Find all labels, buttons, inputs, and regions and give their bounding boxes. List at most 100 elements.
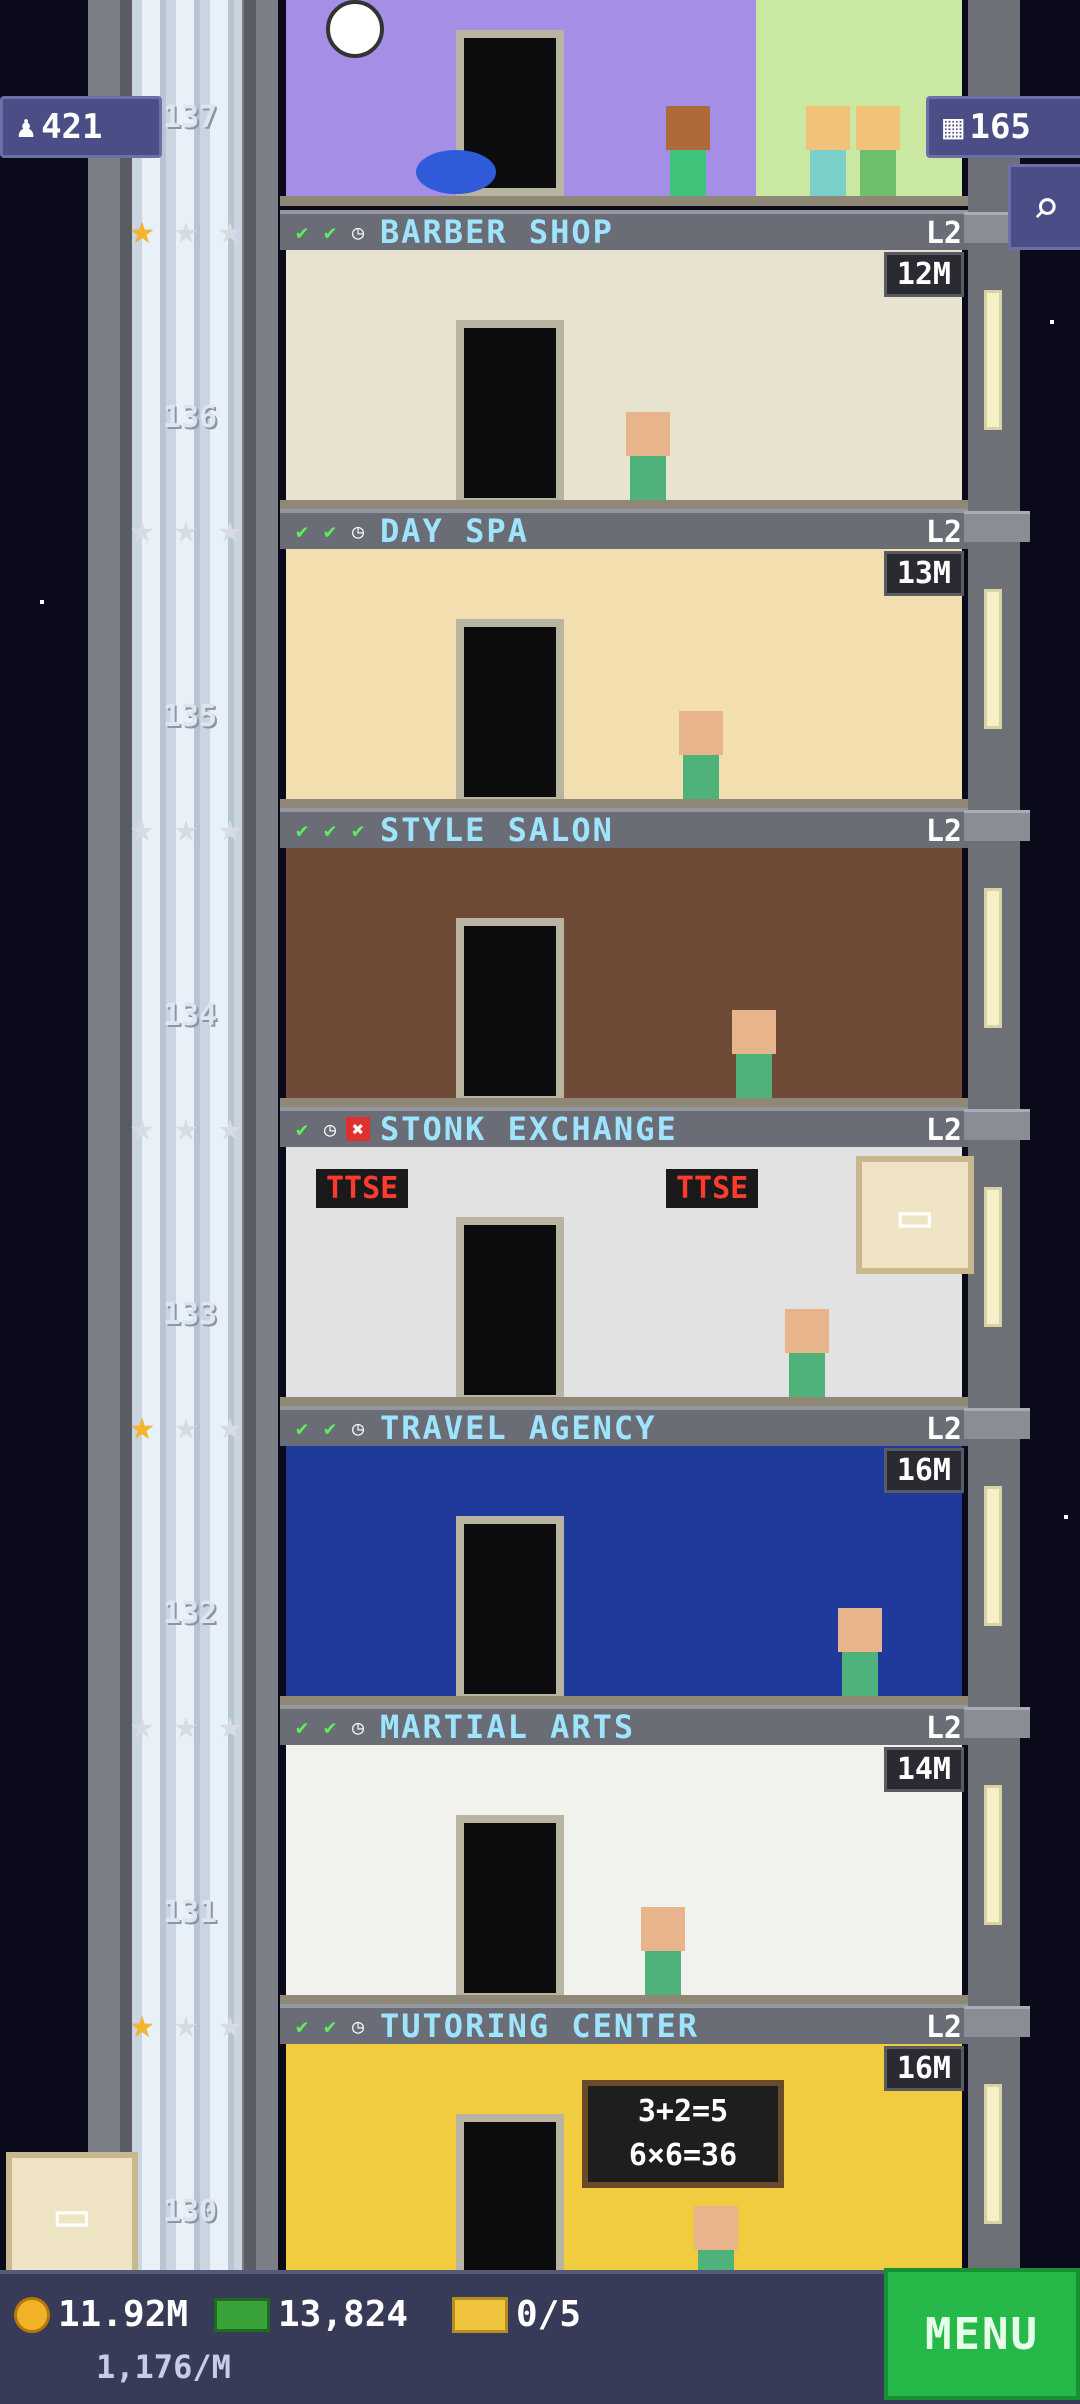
- check-icon: ✔: [323, 818, 337, 842]
- silver-star-icon: ★: [217, 506, 243, 552]
- floor-header[interactable]: ✔ ✔ ◷ BARBER SHOP L2: [280, 210, 968, 251]
- floor-name: BARBER SHOP: [380, 213, 614, 251]
- ttse-sign: TTSE: [316, 1169, 409, 1208]
- silver-star-icon: ★: [217, 1104, 243, 1150]
- tickets-value: 0/5: [516, 2294, 582, 2335]
- resident-body: [842, 1652, 878, 1698]
- floor[interactable]: ✔ ✔ ◷ BARBER SHOP L2 12M: [280, 210, 968, 510]
- floor-number: 130: [162, 2194, 218, 2229]
- pillar-bracket: [964, 1109, 1030, 1140]
- silver-star-icon: ★: [217, 2001, 243, 2047]
- floor-header[interactable]: ✔ ✔ ◷ TUTORING CENTER L2: [280, 2004, 968, 2045]
- resident-body: [683, 755, 719, 801]
- floor[interactable]: ✔ ✔ ◷ TUTORING CENTER L2 3+2=5 6×6=36 16M: [280, 2004, 968, 2304]
- floor-count-value: 165: [969, 107, 1031, 147]
- menu-label: MENU: [925, 2308, 1039, 2360]
- clock-icon: ◷: [351, 2014, 365, 2038]
- coins-stat[interactable]: 11.92M: [14, 2294, 188, 2335]
- earnings-badge[interactable]: 16M: [883, 1448, 964, 1493]
- clock-icon: ◷: [351, 1416, 365, 1440]
- gold-star-icon: ★: [129, 2001, 155, 2047]
- clock-icon: [326, 0, 384, 58]
- floor-header[interactable]: ✔ ✔ ✔ STYLE SALON L2: [280, 808, 968, 849]
- resident-body: [789, 1353, 825, 1399]
- resident-sprite[interactable]: [666, 106, 710, 196]
- floor-header[interactable]: ✔ ✔ ◷ MARTIAL ARTS L2: [280, 1705, 968, 1746]
- floor-status-icons: ✔ ✔ ◷: [290, 1715, 370, 1739]
- pillar-light: [984, 1187, 1002, 1327]
- resident-body: [630, 456, 666, 502]
- population-value: 421: [41, 107, 103, 147]
- check-icon: ✔: [323, 1416, 337, 1440]
- tickets-stat[interactable]: 0/5: [452, 2294, 581, 2335]
- search-button[interactable]: ⌕: [1008, 164, 1080, 250]
- resident-sprite[interactable]: [679, 711, 723, 801]
- pillar-bracket: [964, 511, 1030, 542]
- resident-head: [626, 412, 670, 456]
- pillar-bracket: [964, 1707, 1030, 1738]
- bux-stat[interactable]: 13,824: [214, 2294, 408, 2335]
- clock-icon: ◷: [351, 1715, 365, 1739]
- gold-star-icon: ★: [129, 207, 155, 253]
- delivery-box-button[interactable]: ▭: [6, 2152, 138, 2276]
- resident-sprite[interactable]: [785, 1309, 829, 1399]
- delivery-box-button[interactable]: ▭: [856, 1156, 974, 1274]
- floor-grid-icon: ▦: [943, 107, 964, 147]
- resident-sprite[interactable]: [732, 1010, 776, 1100]
- resident-sprite[interactable]: [838, 1608, 882, 1698]
- floor-gym-partial[interactable]: [280, 0, 968, 210]
- ttse-sign: TTSE: [666, 1169, 759, 1208]
- earnings-badge[interactable]: 16M: [883, 2046, 964, 2091]
- check-icon: ✔: [323, 2014, 337, 2038]
- resident-sprite[interactable]: [626, 412, 670, 502]
- room-door: [456, 918, 564, 1104]
- floor-level: L2: [925, 1412, 962, 1447]
- chalkboard-line: 3+2=5: [637, 2094, 729, 2129]
- earnings-badge[interactable]: 13M: [883, 551, 964, 596]
- floor-level: L2: [925, 814, 962, 849]
- menu-button[interactable]: MENU: [884, 2268, 1080, 2400]
- resident-head: [785, 1309, 829, 1353]
- resident-sprite[interactable]: [806, 106, 850, 196]
- silver-star-icon: ★: [173, 805, 199, 851]
- floor-level: L2: [925, 515, 962, 550]
- floor-level: L2: [925, 1711, 962, 1746]
- floor[interactable]: ✔ ✔ ✔ STYLE SALON L2: [280, 808, 968, 1108]
- floor-room: 3+2=5 6×6=36: [286, 2044, 962, 2300]
- check-icon: ✔: [323, 220, 337, 244]
- clock-icon: ◷: [323, 1117, 337, 1141]
- check-icon: ✔: [295, 818, 309, 842]
- population-counter[interactable]: ♟ 421: [0, 96, 162, 158]
- floor-number: 133: [162, 1297, 218, 1332]
- floor[interactable]: ✔ ✔ ◷ TRAVEL AGENCY L2 16M: [280, 1406, 968, 1706]
- bux-value: 13,824: [278, 2294, 409, 2335]
- floor-name: STYLE SALON: [380, 811, 614, 849]
- pillar-light: [984, 1486, 1002, 1626]
- floor-stars: ★ ★ ★: [122, 1107, 250, 1147]
- floor-room: [286, 1446, 962, 1702]
- resident-head: [679, 711, 723, 755]
- floor-header[interactable]: ✔ ✔ ◷ DAY SPA L2: [280, 509, 968, 550]
- silver-star-icon: ★: [217, 1702, 243, 1748]
- floor-header[interactable]: ✔ ◷ ✖ STONK EXCHANGE L2: [280, 1107, 968, 1148]
- resident-sprite[interactable]: [856, 106, 900, 196]
- floor-name: STONK EXCHANGE: [380, 1110, 678, 1148]
- floor-level: L2: [925, 2010, 962, 2045]
- chalkboard-line: 6×6=36: [628, 2138, 738, 2173]
- floor-count-counter[interactable]: ▦ 165: [926, 96, 1080, 158]
- resident-sprite[interactable]: [641, 1907, 685, 1997]
- floor[interactable]: ✔ ✔ ◷ DAY SPA L2 13M: [280, 509, 968, 809]
- floor-status-icons: ✔ ✔ ◷: [290, 2014, 370, 2038]
- silver-star-icon: ★: [173, 1104, 199, 1150]
- pillar-light: [984, 290, 1002, 430]
- silver-star-icon: ★: [173, 207, 199, 253]
- chalkboard: 3+2=5 6×6=36: [582, 2080, 784, 2188]
- earnings-badge[interactable]: 12M: [883, 252, 964, 297]
- earnings-badge[interactable]: 14M: [883, 1747, 964, 1792]
- floor-status-icons: ✔ ◷ ✖: [290, 1117, 370, 1141]
- floor-header[interactable]: ✔ ✔ ◷ TRAVEL AGENCY L2: [280, 1406, 968, 1447]
- floor[interactable]: ✔ ✔ ◷ MARTIAL ARTS L2 14M: [280, 1705, 968, 2005]
- check-icon: ✔: [323, 1715, 337, 1739]
- floor-status-icons: ✔ ✔ ◷: [290, 1416, 370, 1440]
- box-icon: ▭: [55, 2182, 89, 2246]
